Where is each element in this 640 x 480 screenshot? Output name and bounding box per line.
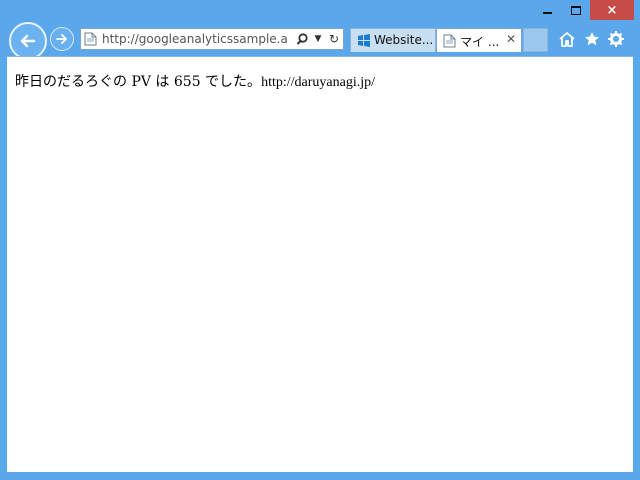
new-tab-button[interactable] [523, 28, 548, 52]
maximize-button[interactable] [562, 0, 590, 20]
maximize-icon [571, 5, 581, 15]
tab-close-button[interactable]: ✕ [506, 33, 518, 45]
page-icon [84, 32, 97, 46]
browser-window: × http://googleanalyticssample.a ▼ ↻ Web… [0, 0, 640, 480]
minimize-icon [542, 12, 552, 14]
dropdown-icon[interactable]: ▼ [310, 31, 326, 47]
favorites-star-icon[interactable] [582, 29, 602, 49]
page-text: 昨日のだるろぐの PV は 655 でした。 [15, 74, 262, 90]
back-button[interactable] [9, 22, 47, 60]
close-button[interactable]: × [590, 0, 634, 20]
forward-button[interactable] [50, 27, 74, 51]
address-bar[interactable]: http://googleanalyticssample.a ▼ ↻ [80, 28, 344, 50]
tab-label: Website... [374, 33, 434, 47]
page-icon [443, 34, 456, 48]
home-icon[interactable] [557, 29, 577, 49]
page-message: 昨日のだるろぐの PV は 655 でした。http://daruyanagi.… [15, 71, 375, 91]
refresh-icon[interactable]: ↻ [326, 31, 342, 47]
minimize-button[interactable] [532, 0, 562, 20]
windows-icon [358, 34, 370, 47]
tab-website[interactable]: Website... [350, 28, 436, 52]
page-url: http://daruyanagi.jp/ [261, 75, 375, 90]
page-content: 昨日のだるろぐの PV は 655 でした。http://daruyanagi.… [7, 56, 633, 472]
back-arrow-icon [20, 34, 36, 48]
forward-arrow-icon [56, 34, 67, 44]
tab-label: マイ ... [460, 35, 500, 49]
tab-active[interactable]: マイ ... ✕ [436, 28, 522, 52]
address-input[interactable]: http://googleanalyticssample.a [102, 32, 299, 46]
search-icon[interactable] [294, 31, 310, 47]
gear-icon[interactable] [606, 29, 626, 49]
close-icon: × [606, 2, 618, 18]
